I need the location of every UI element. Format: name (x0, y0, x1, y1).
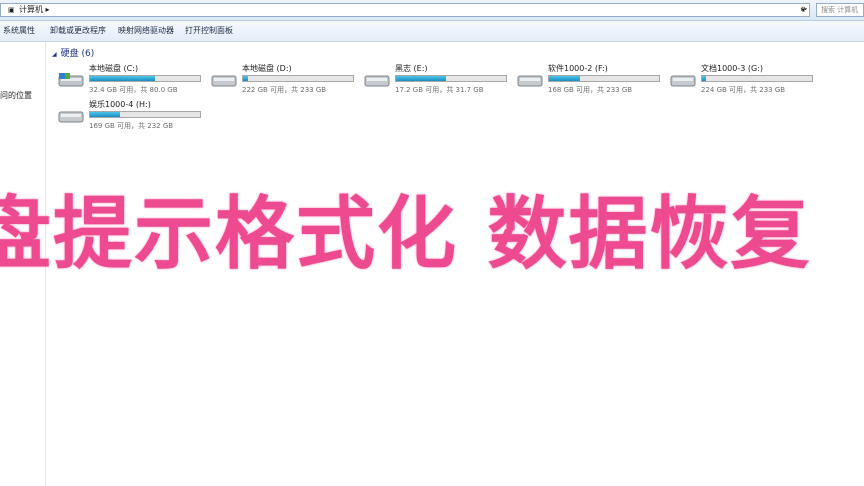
drive-usage-fill (702, 76, 707, 81)
drive-usage-fill (90, 76, 156, 81)
drive-space-info: 222 GB 可用，共 233 GB (242, 86, 327, 94)
command-toolbar: 系统属性 卸载或更改程序 映射网络驱动器 打开控制面板 (0, 21, 864, 42)
hard-drive-icon (670, 75, 696, 87)
section-title: 硬盘 (6) (60, 49, 95, 59)
system-properties-button[interactable]: 系统属性 (3, 25, 35, 37)
drive-name: 本地磁盘 (C:) (89, 64, 139, 73)
computer-icon: ▣ (8, 6, 15, 14)
drive-item-e[interactable]: 黑志 (E:) 17.2 GB 可用，共 31.7 GB (358, 63, 510, 103)
drive-space-info: 32.4 GB 可用，共 80.0 GB (89, 86, 178, 94)
drive-item-f[interactable]: 软件1000-2 (F:) 168 GB 可用，共 233 GB (511, 63, 663, 103)
drive-usage-bar (395, 75, 507, 82)
hard-drive-icon (211, 75, 237, 87)
drive-name: 黑志 (E:) (395, 64, 428, 73)
drive-name: 娱乐1000-4 (H:) (89, 100, 151, 109)
search-input[interactable]: 搜索 计算机 (816, 3, 864, 17)
drive-item-c[interactable]: 本地磁盘 (C:) 32.4 GB 可用，共 80.0 GB (52, 63, 204, 103)
drive-name: 软件1000-2 (F:) (548, 64, 608, 73)
drive-space-info: 168 GB 可用，共 233 GB (548, 86, 633, 94)
drive-usage-fill (549, 76, 580, 81)
drive-usage-bar (242, 75, 354, 82)
drive-space-info: 169 GB 可用，共 232 GB (89, 122, 174, 130)
overlay-caption: 盘提示格式化 数据恢复 (0, 188, 812, 280)
refresh-icon[interactable]: ⟳ (798, 3, 810, 17)
drive-item-d[interactable]: 本地磁盘 (D:) 222 GB 可用，共 233 GB (205, 63, 357, 103)
drive-space-info: 17.2 GB 可用，共 31.7 GB (395, 86, 484, 94)
explorer-window: ▣ 计算机 ▸ ▾ ⟳ 搜索 计算机 系统属性 卸载或更改程序 映射网络驱动器 … (0, 0, 864, 486)
nav-item-recent-places[interactable]: 问的位置 (0, 90, 32, 101)
map-network-drive-button[interactable]: 映射网络驱动器 (118, 25, 174, 37)
address-box[interactable]: ▣ 计算机 ▸ ▾ (0, 3, 810, 17)
drive-usage-fill (90, 112, 120, 117)
uninstall-program-button[interactable]: 卸载或更改程序 (50, 25, 106, 37)
hard-drive-icon (58, 111, 84, 123)
system-drive-icon (58, 73, 84, 87)
hard-drive-icon (364, 75, 390, 87)
drive-space-info: 224 GB 可用，共 233 GB (701, 86, 786, 94)
drive-usage-bar (89, 75, 201, 82)
breadcrumb[interactable]: 计算机 ▸ (19, 4, 50, 16)
drive-usage-bar (701, 75, 813, 82)
drive-name: 文档1000-3 (G:) (701, 64, 764, 73)
drive-usage-bar (89, 111, 201, 118)
collapse-triangle-icon[interactable]: ◢ (52, 51, 57, 58)
section-header-hard-disks[interactable]: ◢ 硬盘 (6) (52, 46, 94, 59)
hard-drive-icon (517, 75, 543, 87)
drive-item-g[interactable]: 文档1000-3 (G:) 224 GB 可用，共 233 GB (664, 63, 816, 103)
drive-name: 本地磁盘 (D:) (242, 64, 292, 73)
open-control-panel-button[interactable]: 打开控制面板 (185, 25, 233, 37)
drive-usage-fill (243, 76, 249, 81)
drive-item-h[interactable]: 娱乐1000-4 (H:) 169 GB 可用，共 232 GB (52, 99, 204, 139)
drive-usage-bar (548, 75, 660, 82)
drive-usage-fill (396, 76, 447, 81)
address-bar-row: ▣ 计算机 ▸ ▾ ⟳ 搜索 计算机 (0, 0, 864, 21)
